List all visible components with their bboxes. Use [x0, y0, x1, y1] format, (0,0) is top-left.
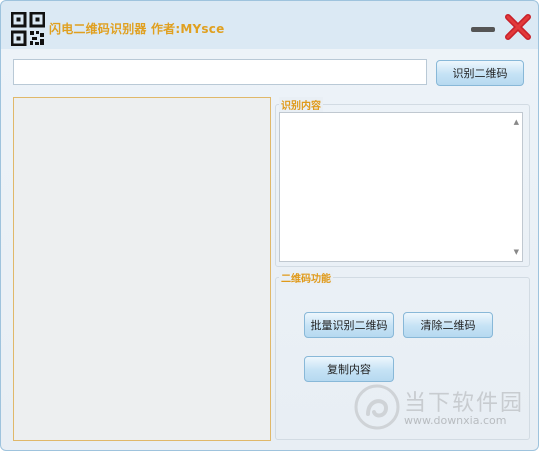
qr-functions-legend: 二维码功能	[279, 270, 333, 285]
url-input[interactable]	[13, 59, 427, 85]
qr-image-panel[interactable]	[13, 97, 271, 441]
watermark-name: 当下软件园	[404, 391, 525, 416]
watermark-logo-icon	[354, 384, 400, 430]
watermark-url: www.downxia.com	[404, 414, 507, 427]
scroll-up-arrow-icon[interactable]: ▲	[514, 118, 519, 126]
clear-qr-button[interactable]: 清除二维码	[403, 312, 493, 338]
copy-content-button[interactable]: 复制内容	[304, 356, 394, 382]
minimize-icon[interactable]	[471, 27, 495, 32]
qr-code-icon	[11, 12, 45, 46]
recognized-content-legend: 识别内容	[279, 97, 323, 112]
app-window: 闪电二维码识别器 作者:MYsce 识别二维码 识别内容 ▲ ▼ 二维码功能 批…	[0, 0, 539, 451]
recognized-content-textarea[interactable]: ▲ ▼	[279, 112, 523, 262]
recognize-qr-button[interactable]: 识别二维码	[436, 60, 524, 86]
batch-recognize-button[interactable]: 批量识别二维码	[304, 312, 394, 338]
watermark: 当下软件园 www.downxia.com	[354, 384, 534, 434]
window-title: 闪电二维码识别器 作者:MYsce	[49, 22, 225, 36]
scroll-down-arrow-icon[interactable]: ▼	[514, 248, 519, 256]
close-x-icon[interactable]	[504, 13, 532, 41]
title-bar: 闪电二维码识别器 作者:MYsce	[1, 1, 538, 49]
